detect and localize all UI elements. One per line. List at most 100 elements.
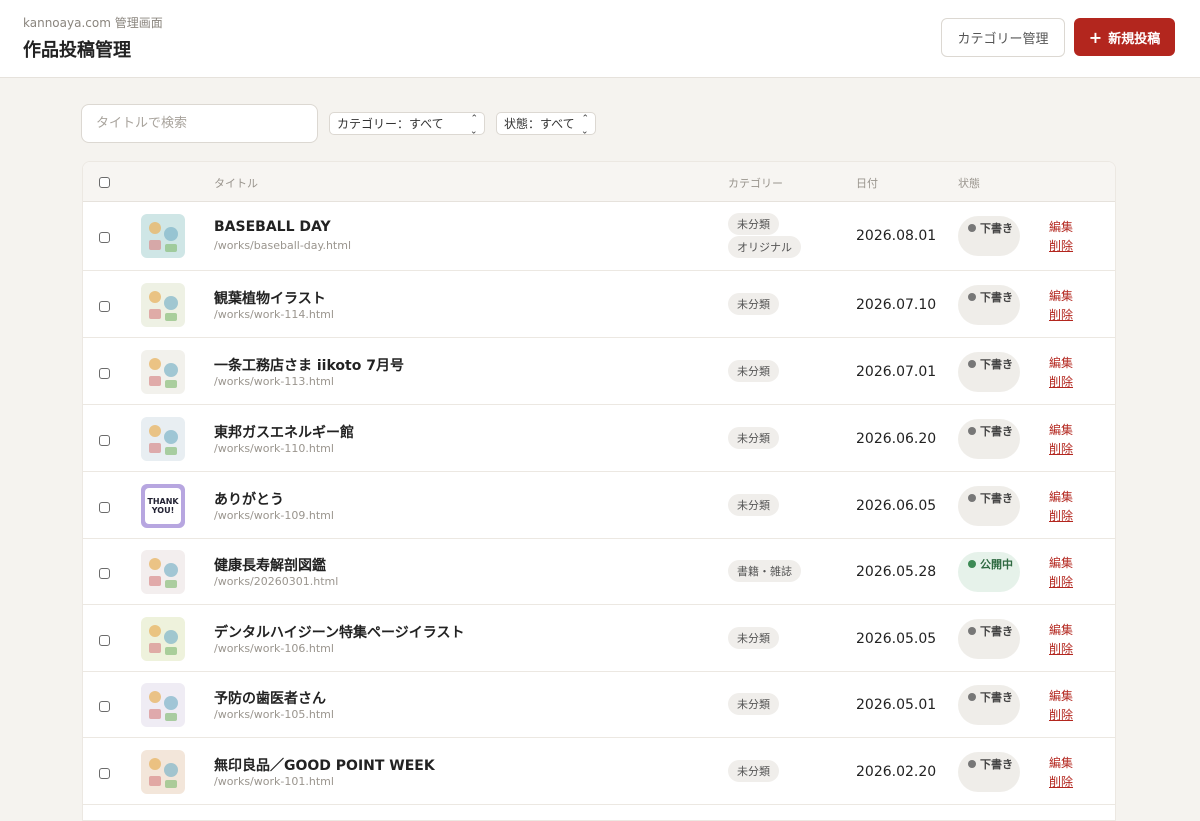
delete-link[interactable]: 削除 [1049, 573, 1073, 592]
thumbnail[interactable] [141, 750, 185, 794]
column-status: 状態 [958, 177, 980, 190]
column-category: カテゴリー [728, 177, 783, 190]
status-filter-select[interactable]: 状態：すべて ⌃ ⌃ [496, 112, 596, 135]
thumbnail[interactable] [141, 350, 185, 394]
work-title[interactable]: 健康長寿解剖図鑑 [214, 555, 326, 575]
row-checkbox[interactable] [99, 701, 110, 712]
thumbnail[interactable]: THANK YOU! [141, 484, 185, 528]
work-title[interactable]: BASEBALL DAY [214, 219, 331, 235]
delete-link[interactable]: 削除 [1049, 706, 1073, 725]
thumbnail[interactable] [141, 617, 185, 661]
edit-link[interactable]: 編集 [1049, 287, 1073, 306]
row-checkbox[interactable] [99, 768, 110, 779]
row-checkbox[interactable] [99, 568, 110, 579]
status-label: 下書き [980, 222, 1013, 235]
work-date: 2026.05.05 [856, 631, 937, 647]
delete-link[interactable]: 削除 [1049, 306, 1073, 325]
edit-link[interactable]: 編集 [1049, 754, 1073, 773]
edit-link[interactable]: 編集 [1049, 218, 1073, 237]
edit-link[interactable]: 編集 [1049, 554, 1073, 573]
category-tag: 未分類 [728, 693, 779, 715]
delete-link[interactable]: 削除 [1049, 440, 1073, 459]
thumbnail[interactable] [141, 683, 185, 727]
table-row: 観葉植物イラスト /works/work-114.html 未分類 2026.0… [83, 271, 1115, 338]
row-checkbox[interactable] [99, 635, 110, 646]
delete-link[interactable]: 削除 [1049, 373, 1073, 392]
row-checkbox[interactable] [99, 301, 110, 312]
table-row: 東邦ガスエネルギー館 /works/work-110.html 未分類 2026… [83, 405, 1115, 472]
status-dot-icon [968, 760, 976, 768]
work-date: 2026.06.05 [856, 498, 937, 514]
delete-link[interactable]: 削除 [1049, 237, 1073, 256]
illustration-icon [149, 758, 178, 788]
thumbnail[interactable] [141, 283, 185, 327]
table-row: THANK YOU! ありがとう /works/work-109.html 未分… [83, 472, 1115, 539]
row-checkbox[interactable] [99, 435, 110, 446]
status-badge: 公開中 [958, 552, 1020, 592]
work-path: /works/work-114.html [214, 308, 334, 321]
chevron-updown-icon: ⌃ ⌃ [470, 114, 478, 135]
row-actions: 編集 削除 [1049, 687, 1073, 725]
work-title[interactable]: 無印良品／GOOD POINT WEEK [214, 755, 435, 775]
status-badge: 下書き [958, 486, 1020, 526]
new-post-button[interactable]: + 新規投稿 [1074, 18, 1175, 56]
status-label: 下書き [980, 425, 1013, 438]
status-label: 下書き [980, 492, 1013, 505]
new-post-label: 新規投稿 [1108, 31, 1161, 47]
edit-link[interactable]: 編集 [1049, 687, 1073, 706]
search-input[interactable] [81, 104, 318, 143]
row-checkbox[interactable] [99, 232, 110, 243]
column-date: 日付 [856, 177, 878, 190]
work-path: /works/work-113.html [214, 375, 334, 388]
status-label: 下書き [980, 691, 1013, 704]
top-bar: kannoaya.com 管理画面 作品投稿管理 カテゴリー管理 + 新規投稿 [0, 0, 1200, 78]
category-filter-select[interactable]: カテゴリー：すべて ⌃ ⌃ [329, 112, 485, 135]
category-tag: 未分類 [728, 293, 779, 315]
table-row: デンタルハイジーン特集ページイラスト /works/work-106.html … [83, 605, 1115, 672]
select-all-checkbox[interactable] [99, 177, 110, 188]
category-management-button[interactable]: カテゴリー管理 [941, 18, 1065, 57]
row-actions: 編集 削除 [1049, 287, 1073, 325]
status-dot-icon [968, 560, 976, 568]
site-name: kannoaya.com 管理画面 [23, 16, 163, 30]
work-path: /works/20260301.html [214, 575, 339, 588]
delete-link[interactable]: 削除 [1049, 773, 1073, 792]
work-date: 2026.05.01 [856, 697, 937, 713]
row-checkbox[interactable] [99, 368, 110, 379]
table-row: BASEBALL DAY /works/baseball-day.html 未分… [83, 202, 1115, 271]
work-title[interactable]: 一条工務店さま iikoto 7月号 [214, 355, 404, 375]
delete-link[interactable]: 削除 [1049, 640, 1073, 659]
status-dot-icon [968, 293, 976, 301]
edit-link[interactable]: 編集 [1049, 421, 1073, 440]
thumbnail[interactable] [141, 214, 185, 258]
edit-link[interactable]: 編集 [1049, 354, 1073, 373]
illustration-icon [149, 425, 178, 455]
delete-link[interactable]: 削除 [1049, 507, 1073, 526]
edit-link[interactable]: 編集 [1049, 621, 1073, 640]
row-actions: 編集 削除 [1049, 421, 1073, 459]
thumbnail[interactable] [141, 550, 185, 594]
plus-icon: + [1088, 27, 1103, 47]
status-label: 下書き [980, 358, 1013, 371]
edit-link[interactable]: 編集 [1049, 488, 1073, 507]
category-filter-value: カテゴリー：すべて [337, 117, 444, 131]
row-actions: 編集 削除 [1049, 554, 1073, 592]
work-title[interactable]: 東邦ガスエネルギー館 [214, 422, 354, 442]
status-label: 下書き [980, 758, 1013, 771]
thumbnail[interactable] [141, 417, 185, 461]
chevron-updown-icon: ⌃ ⌃ [581, 114, 589, 135]
status-dot-icon [968, 627, 976, 635]
work-date: 2026.08.01 [856, 228, 937, 244]
work-path: /works/work-105.html [214, 708, 334, 721]
work-title[interactable]: ありがとう [214, 489, 284, 509]
status-badge: 下書き [958, 352, 1020, 392]
work-title[interactable]: 予防の歯医者さん [214, 688, 326, 708]
work-title[interactable]: デンタルハイジーン特集ページイラスト [214, 622, 464, 642]
work-title[interactable]: 観葉植物イラスト [214, 288, 326, 308]
work-date: 2026.07.10 [856, 297, 937, 313]
status-dot-icon [968, 360, 976, 368]
table-row: 健康長寿解剖図鑑 /works/20260301.html 書籍・雑誌 2026… [83, 538, 1115, 605]
table-row: 予防の歯医者さん /works/work-105.html 未分類 2026.0… [83, 671, 1115, 738]
row-checkbox[interactable] [99, 502, 110, 513]
work-path: /works/work-110.html [214, 442, 334, 455]
